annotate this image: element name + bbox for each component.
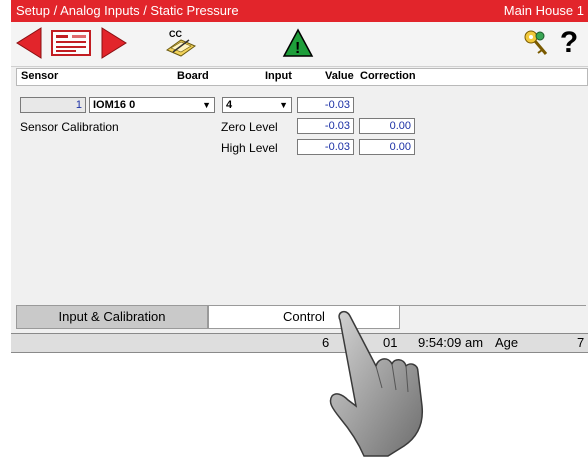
board-select[interactable]: IOM16 0 ▼ (89, 97, 215, 113)
tab-bar: Input & Calibration Control (16, 305, 586, 330)
previous-button[interactable] (14, 24, 44, 62)
input-select[interactable]: 4 ▼ (222, 97, 292, 113)
input-select-value: 4 (226, 99, 233, 111)
svg-text:CC: CC (169, 29, 182, 39)
pointing-hand-icon (329, 310, 424, 457)
warning-triangle-icon: ! (282, 28, 314, 57)
high-correction-field[interactable]: 0.00 (359, 139, 415, 155)
location-label: Main House 1 (503, 3, 584, 18)
zero-level-label: Zero Level (221, 120, 278, 134)
high-level-label: High Level (221, 141, 278, 155)
header-board: Board (177, 70, 209, 82)
help-button[interactable]: ? (555, 24, 583, 62)
question-icon: ? (559, 26, 579, 59)
app-window: Setup / Analog Inputs / Static Pressure … (11, 0, 588, 353)
toolbar: CC ! ? (11, 22, 588, 67)
red-left-arrow-icon (16, 27, 42, 59)
board-select-value: IOM16 0 (93, 99, 136, 111)
column-header: Sensor Board Input Value Correction (16, 68, 588, 86)
status-age-value: 7 (577, 335, 585, 350)
zero-level-value: -0.03 (297, 118, 354, 134)
sensor-calibration-label: Sensor Calibration (20, 120, 119, 134)
key-icon (524, 30, 548, 55)
alarm-button[interactable]: ! (281, 24, 315, 62)
copy-button[interactable]: CC (163, 24, 199, 62)
sensor-content: 1 IOM16 0 ▼ 4 ▼ -0.03 Sensor Calibration… (16, 86, 586, 296)
tab-input-calibration[interactable]: Input & Calibration (16, 306, 208, 329)
header-input: Input (265, 70, 292, 82)
next-button[interactable] (99, 24, 129, 62)
red-right-arrow-icon (101, 27, 127, 59)
chevron-down-icon: ▼ (202, 100, 211, 110)
zero-correction-field[interactable]: 0.00 (359, 118, 415, 134)
chevron-down-icon: ▼ (279, 100, 288, 110)
header-correction: Correction (360, 70, 416, 82)
high-level-value: -0.03 (297, 139, 354, 155)
card-list-icon (51, 30, 91, 56)
title-bar: Setup / Analog Inputs / Static Pressure … (11, 0, 588, 22)
cc-copy-icon: CC (165, 29, 197, 57)
svg-text:!: ! (295, 40, 300, 57)
breadcrumb: Setup / Analog Inputs / Static Pressure (16, 3, 239, 18)
screen-list-button[interactable] (49, 24, 93, 62)
header-sensor: Sensor (21, 70, 59, 82)
status-age-label: Age (495, 335, 519, 350)
access-button[interactable] (521, 24, 551, 62)
status-bar: 6 01 9:54:09 am Age 7 (11, 333, 588, 353)
header-value: Value (325, 70, 354, 82)
sensor-value-field: -0.03 (297, 97, 354, 113)
sensor-number-field[interactable]: 1 (20, 97, 86, 113)
